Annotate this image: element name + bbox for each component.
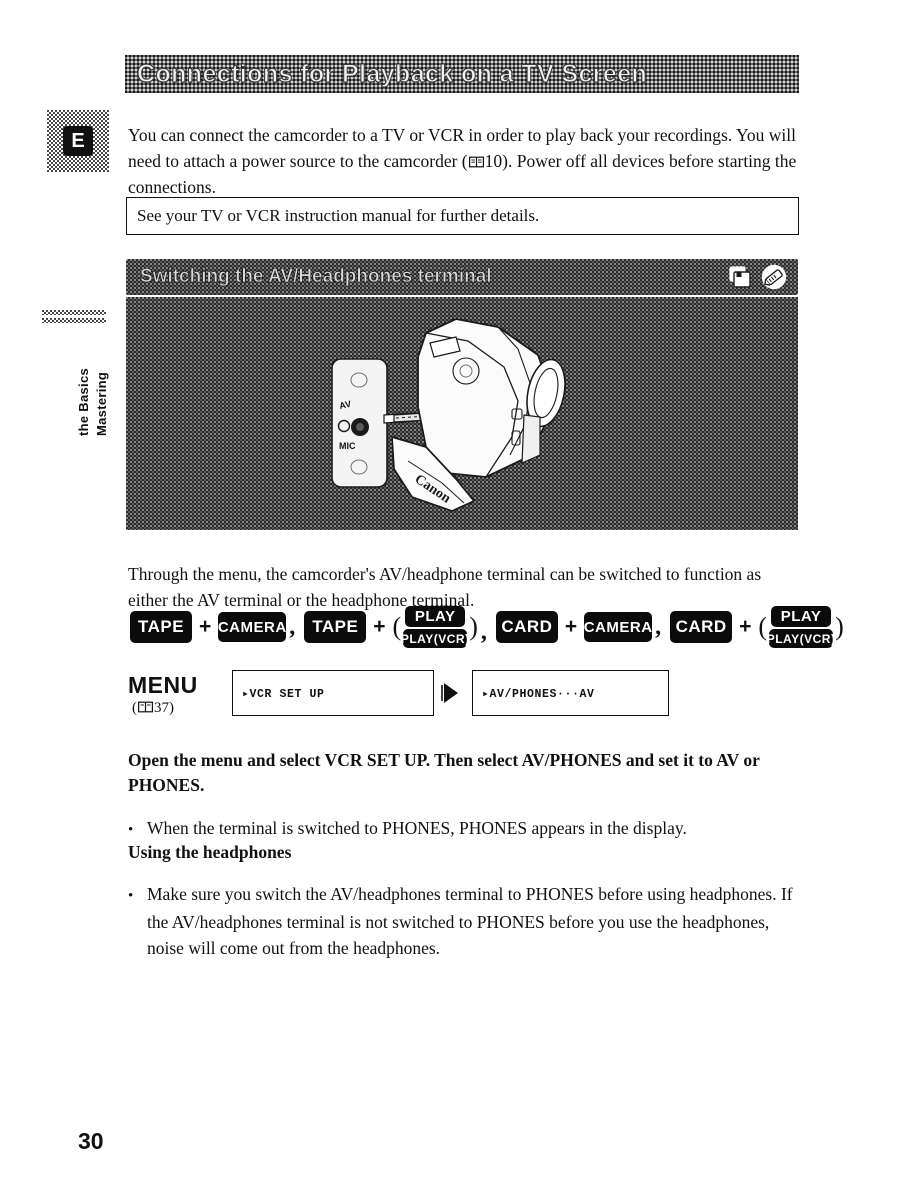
menu-label-block: MENU ( 37) <box>128 670 226 717</box>
mode-badge-camera: CAMERA <box>218 612 287 642</box>
card-icon <box>727 264 755 290</box>
side-marker-text-wrap: Mastering the Basics <box>40 332 112 440</box>
menu-screen-2-label: AV/PHONES···AV <box>489 687 595 701</box>
mode-close-paren-4: ) <box>835 612 844 641</box>
mode-group-2: TAPE + ( PLAY PLAY(VCR) ) , <box>304 606 496 648</box>
mode-plus-3: + <box>564 615 578 638</box>
menu-button-label: MENU <box>128 671 198 698</box>
instruction-bold-text: Open the menu and select VCR SET UP. The… <box>128 749 760 795</box>
mode-badge-card: CARD <box>495 611 558 643</box>
mode-badge-tape: TAPE <box>130 611 192 643</box>
bullet-icon-2: • <box>128 888 134 904</box>
side-marker-line-1: Mastering <box>94 371 109 436</box>
menu-screen-vcr-setup: ▸VCR SET UP <box>232 670 434 716</box>
menu-step-arrow-icon <box>440 680 462 706</box>
intro-paragraph: You can connect the camcorder to a TV or… <box>128 122 800 200</box>
mode-separator-2: , <box>480 619 487 645</box>
mode-plus-4: + <box>739 615 752 638</box>
headphones-bullet-text: Make sure you switch the AV/headphones t… <box>147 884 793 958</box>
side-marker-line-2: the Basics <box>76 367 91 436</box>
mode-separator-1: , <box>289 614 296 640</box>
mode-plus-1: + <box>199 615 212 638</box>
note-box-text: See your TV or VCR instruction manual fo… <box>137 206 540 225</box>
headphones-heading: Using the headphones <box>128 841 292 862</box>
chapter-side-marker: Mastering the Basics <box>40 310 112 440</box>
mode-plus-2: + <box>373 615 386 638</box>
intro-reference-page: 10 <box>484 150 503 171</box>
chapter-title: Connections for Playback on a TV Screen <box>136 59 648 88</box>
mode-separator-3: , <box>655 614 662 640</box>
mode-close-paren-2: ) <box>469 612 478 641</box>
manual-reference-icon <box>468 156 484 168</box>
menu-screen-1-label: VCR SET UP <box>249 687 325 701</box>
memory-card-pen-icon <box>760 264 788 290</box>
menu-screen-2-text: ▸AV/PHONES···AV <box>482 687 595 701</box>
mode-badge-stack-4: PLAY PLAY(VCR) <box>767 606 835 648</box>
mode-badge-stack-2: PLAY PLAY(VCR) <box>401 606 469 648</box>
menu-screen-1-text: ▸VCR SET UP <box>242 687 325 701</box>
section-header-bar: Switching the AV/Headphones terminal <box>126 259 798 295</box>
side-marker-bar-top <box>42 310 106 315</box>
page-number: 30 <box>78 1128 104 1154</box>
side-marker-bar-bottom <box>42 318 106 323</box>
menu-reference-page: 37 <box>154 699 169 716</box>
mode-badge-camera-2: CAMERA <box>584 612 653 642</box>
language-tab-label: E <box>63 126 93 156</box>
mode-badge-tape-2: TAPE <box>304 611 367 643</box>
mode-group-1: TAPE + CAMERA , <box>130 611 304 643</box>
intro-text-after-reference: ). <box>502 150 513 171</box>
menu-path-row: MENU ( 37) ▸VCR SET UP ▸AV/PHONES···AV <box>128 664 808 722</box>
menu-screen-av-phones: ▸AV/PHONES···AV <box>472 670 669 716</box>
mode-badge-play-2: PLAY <box>771 606 832 627</box>
mode-badge-card-2: CARD <box>670 611 733 643</box>
camcorder-illustration: AV MIC Canon <box>126 297 798 530</box>
mode-group-4: CARD + ( PLAY PLAY(VCR) ) <box>670 606 844 648</box>
language-tab: E <box>47 110 109 172</box>
mode-badge-play-vcr-2: PLAY(VCR) <box>767 629 835 648</box>
section-icon-group <box>727 264 798 290</box>
manual-reference-icon-2 <box>138 701 153 713</box>
mode-badge-play-vcr: PLAY(VCR) <box>401 629 469 648</box>
menu-reference: ( 37) <box>132 699 174 716</box>
mode-badge-play: PLAY <box>405 606 466 627</box>
headphones-bullet: • Make sure you switch the AV/headphones … <box>128 881 800 961</box>
section-title: Switching the AV/Headphones terminal <box>140 266 492 287</box>
headphones-block: Using the headphones • Make sure you swit… <box>128 822 800 979</box>
note-box: See your TV or VCR instruction manual fo… <box>126 197 799 235</box>
mode-group-3: CARD + CAMERA , <box>495 611 670 643</box>
operating-mode-row: TAPE + CAMERA , TAPE + ( PLAY PLAY(VCR) … <box>130 603 844 651</box>
camcorder-illustration-art: AV MIC Canon <box>126 297 798 530</box>
chapter-title-band: Connections for Playback on a TV Screen <box>125 55 799 93</box>
svg-text:MIC: MIC <box>339 441 356 451</box>
